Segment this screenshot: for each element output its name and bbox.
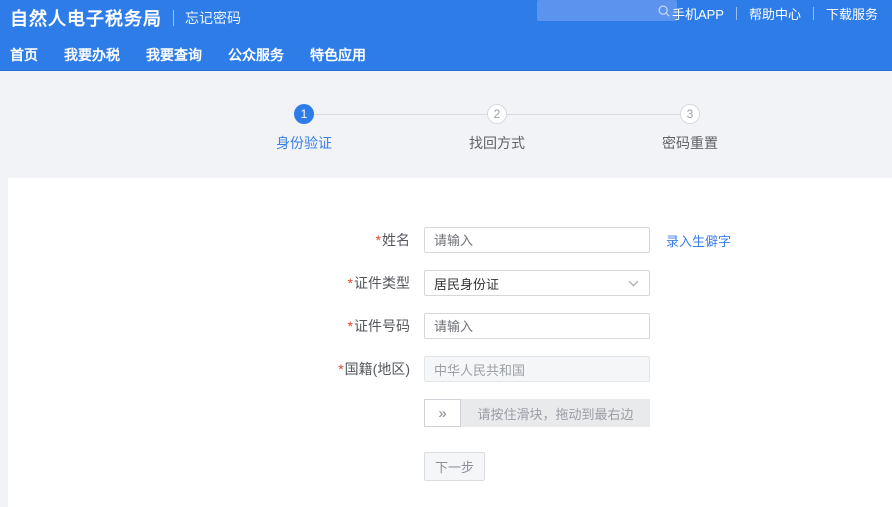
next-step-button[interactable]: 下一步 xyxy=(424,452,485,481)
step-1-circle: 1 xyxy=(294,104,314,124)
id-type-field-row: *证件类型 居民身份证 xyxy=(290,270,892,296)
top-link-mobile-app[interactable]: 手机APP xyxy=(660,4,736,23)
rare-character-entry-link[interactable]: 录入生僻字 xyxy=(666,231,731,250)
step-password-reset: 3 密码重置 xyxy=(662,104,718,153)
double-chevron-right-icon: » xyxy=(438,405,446,422)
header-links: 手机APP 帮助中心 下载服务 xyxy=(660,2,890,24)
form-panel: *姓名 录入生僻字 *证件类型 居民身份证 *证件号码 xyxy=(8,178,892,507)
id-number-input[interactable] xyxy=(424,313,650,339)
top-link-download-service[interactable]: 下载服务 xyxy=(814,4,890,23)
page: 自然人电子税务局 忘记密码 手机APP 帮助中心 下载服务 首页 我要办税 我要… xyxy=(0,0,892,178)
required-asterisk: * xyxy=(348,275,353,291)
slider-hint-text: 请按住滑块，拖动到最右边 xyxy=(477,404,633,423)
id-number-field-label: *证件号码 xyxy=(290,316,410,336)
required-asterisk: * xyxy=(376,232,381,248)
brand-title: 自然人电子税务局 xyxy=(10,5,162,31)
page-subtitle: 忘记密码 xyxy=(185,8,241,28)
nav-item-inquiry[interactable]: 我要查询 xyxy=(146,45,202,65)
required-asterisk: * xyxy=(348,318,353,334)
brand-divider xyxy=(173,10,174,26)
nationality-input xyxy=(424,356,650,382)
name-field-row: *姓名 录入生僻字 xyxy=(290,227,892,253)
slider-captcha-track: 请按住滑块，拖动到最右边 » xyxy=(424,399,650,427)
brand-area: 自然人电子税务局 忘记密码 xyxy=(10,0,241,36)
id-type-selected-value: 居民身份证 xyxy=(434,274,499,293)
name-input[interactable] xyxy=(424,227,650,253)
step-connector xyxy=(314,114,487,115)
required-asterisk: * xyxy=(338,361,343,377)
step-identity-verification: 1 身份验证 xyxy=(276,104,332,153)
step-connector xyxy=(507,114,680,115)
chevron-down-icon xyxy=(627,277,640,290)
step-recovery-method: 2 找回方式 xyxy=(469,104,525,153)
main-nav: 首页 我要办税 我要查询 公众服务 特色应用 xyxy=(0,40,892,71)
header: 自然人电子税务局 忘记密码 手机APP 帮助中心 下载服务 xyxy=(0,0,892,40)
stepper: 1 身份验证 2 找回方式 3 密码重置 xyxy=(0,71,892,178)
step-3-circle: 3 xyxy=(680,104,700,124)
id-type-select[interactable]: 居民身份证 xyxy=(424,270,650,296)
top-link-help-center[interactable]: 帮助中心 xyxy=(737,4,813,23)
nav-item-public-service[interactable]: 公众服务 xyxy=(228,45,284,65)
identity-form: *姓名 录入生僻字 *证件类型 居民身份证 *证件号码 xyxy=(8,178,892,481)
search-input[interactable] xyxy=(537,4,657,18)
nav-item-featured-apps[interactable]: 特色应用 xyxy=(310,45,366,65)
nav-item-home[interactable]: 首页 xyxy=(10,45,38,65)
step-2-circle: 2 xyxy=(487,104,507,124)
step-1-label: 身份验证 xyxy=(276,133,332,153)
slider-handle[interactable]: » xyxy=(424,399,461,427)
slider-captcha-row: 请按住滑块，拖动到最右边 » xyxy=(290,399,892,427)
id-type-field-label: *证件类型 xyxy=(290,273,410,293)
id-number-field-row: *证件号码 xyxy=(290,313,892,339)
search-box[interactable] xyxy=(537,0,677,21)
nav-item-tax-handling[interactable]: 我要办税 xyxy=(64,45,120,65)
step-3-label: 密码重置 xyxy=(662,133,718,153)
nationality-field-row: *国籍(地区) xyxy=(290,356,892,382)
name-field-label: *姓名 xyxy=(290,230,410,250)
nationality-field-label: *国籍(地区) xyxy=(290,359,410,379)
step-2-label: 找回方式 xyxy=(469,133,525,153)
